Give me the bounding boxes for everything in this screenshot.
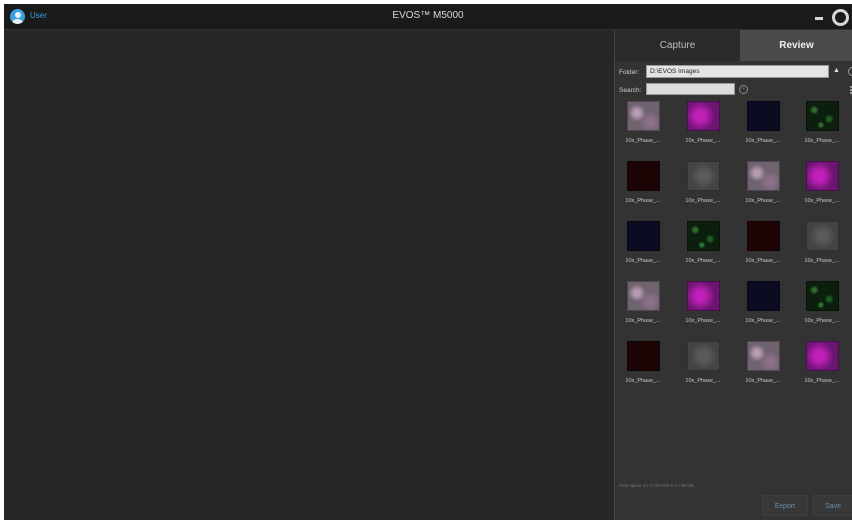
thumbnail-image[interactable] — [806, 161, 839, 191]
thumbnail-item[interactable]: 10x_Phase_... — [794, 281, 850, 335]
folder-path-field[interactable]: D:\EVOS Images — [646, 65, 829, 78]
thumbnail-image[interactable] — [687, 101, 720, 131]
thumbnail-image[interactable] — [687, 341, 720, 371]
thumbnail-image[interactable] — [627, 101, 660, 131]
thumbnail-image[interactable] — [747, 281, 780, 311]
thumbnail-item[interactable]: 10x_Phase_... — [675, 221, 731, 275]
thumbnail-item[interactable]: 10x_Phase_... — [794, 221, 850, 275]
thumbnail-label: 10x_Phase_... — [745, 198, 781, 204]
thumbnail-image[interactable] — [687, 161, 720, 191]
search-label: Search: — [619, 87, 642, 94]
thumbnail-image[interactable] — [687, 221, 720, 251]
thumbnail-item[interactable]: 10x_Phase_... — [735, 161, 791, 215]
thumbnail-item[interactable]: 10x_Phase_... — [735, 101, 791, 155]
thumbnail-label: 10x_Phase_... — [745, 378, 781, 384]
thumbnail-label: 10x_Phase_... — [685, 138, 721, 144]
thumbnail-image[interactable] — [627, 221, 660, 251]
thumbnail-label: 10x_Phase_... — [745, 258, 781, 264]
thumbnail-image[interactable] — [806, 341, 839, 371]
thumbnail-label: 10x_Phase_... — [685, 318, 721, 324]
thumbnail-label: 10x_Phase_... — [625, 258, 661, 264]
thumbnail-label: 10x_Phase_... — [804, 258, 840, 264]
thumbnail-image[interactable] — [627, 281, 660, 311]
thumbnail-label: 10x_Phase_... — [804, 138, 840, 144]
thumbnail-label: 10x_Phase_... — [685, 198, 721, 204]
thumbnail-label: 10x_Phase_... — [685, 258, 721, 264]
image-viewer — [4, 30, 613, 520]
tab-capture[interactable]: Capture — [615, 30, 740, 61]
thumbnail-item[interactable]: 10x_Phase_... — [735, 221, 791, 275]
tab-review[interactable]: Review — [740, 30, 852, 61]
chevron-up-icon[interactable]: ▲ — [833, 67, 840, 74]
thumbnail-label: 10x_Phase_... — [745, 318, 781, 324]
settings-icon[interactable] — [832, 9, 849, 26]
browse-icon[interactable] — [848, 67, 852, 76]
thumbnail-item[interactable]: 10x_Phase_... — [794, 161, 850, 215]
thumbnail-item[interactable]: 10x_Phase_... — [675, 281, 731, 335]
thumbnail-label: 10x_Phase_... — [804, 318, 840, 324]
thumbnail-image[interactable] — [747, 161, 780, 191]
thumbnail-label: 10x_Phase_... — [625, 138, 661, 144]
image-gallery: 10x_Phase_... 10x_Phase_... 10x_Phase_... 1… — [615, 101, 852, 391]
folder-label: Folder: — [619, 69, 640, 76]
thumbnail-item[interactable]: 10x_Phase_... — [735, 341, 791, 395]
thumbnail-item[interactable]: 10x_Phase_... — [615, 221, 671, 275]
title-bar: User EVOS™ M5000 — [4, 4, 852, 30]
thumbnail-label: 10x_Phase_... — [625, 198, 661, 204]
thumbnail-label: 10x_Phase_... — [745, 138, 781, 144]
app-title: EVOS™ M5000 — [392, 10, 464, 21]
save-button[interactable]: Save — [813, 495, 852, 516]
thumbnail-image[interactable] — [747, 221, 780, 251]
thumbnail-image[interactable] — [627, 161, 660, 191]
thumbnail-item[interactable]: 10x_Phase_... — [675, 101, 731, 155]
search-input[interactable] — [646, 83, 735, 95]
thumbnail-label: 10x_Phase_... — [625, 318, 661, 324]
thumbnail-item[interactable]: 10x_Phase_... — [735, 281, 791, 335]
thumbnail-image[interactable] — [806, 221, 839, 251]
thumbnail-label: 10x_Phase_... — [804, 378, 840, 384]
thumbnail-label: 10x_Phase_... — [685, 378, 721, 384]
storage-status: Free space on: D:\EVOS\ 0.1 / 90 GB — [619, 483, 694, 488]
thumbnail-image[interactable] — [747, 341, 780, 371]
thumbnail-image[interactable] — [687, 281, 720, 311]
thumbnail-item[interactable]: 10x_Phase_... — [794, 341, 850, 395]
app-window: User EVOS™ M5000 Capture Review Folder: … — [4, 4, 852, 520]
clear-search-icon[interactable]: × — [739, 85, 748, 94]
thumbnail-item[interactable]: 10x_Phase_... — [675, 161, 731, 215]
thumbnail-item[interactable]: 10x_Phase_... — [615, 101, 671, 155]
thumbnail-item[interactable]: 10x_Phase_... — [675, 341, 731, 395]
export-button[interactable]: Export — [762, 495, 808, 516]
thumbnail-label: 10x_Phase_... — [804, 198, 840, 204]
review-panel: Capture Review Folder: D:\EVOS Images ▲ … — [614, 30, 852, 520]
thumbnail-item[interactable]: 10x_Phase_... — [615, 281, 671, 335]
thumbnail-label: 10x_Phase_... — [625, 378, 661, 384]
thumbnail-image[interactable] — [806, 281, 839, 311]
thumbnail-image[interactable] — [747, 101, 780, 131]
thumbnail-item[interactable]: 10x_Phase_... — [615, 161, 671, 215]
thumbnail-image[interactable] — [627, 341, 660, 371]
thumbnail-item[interactable]: 10x_Phase_... — [794, 101, 850, 155]
minimize-icon[interactable] — [815, 17, 823, 20]
thumbnail-image[interactable] — [806, 101, 839, 131]
thumbnail-item[interactable]: 10x_Phase_... — [615, 341, 671, 395]
